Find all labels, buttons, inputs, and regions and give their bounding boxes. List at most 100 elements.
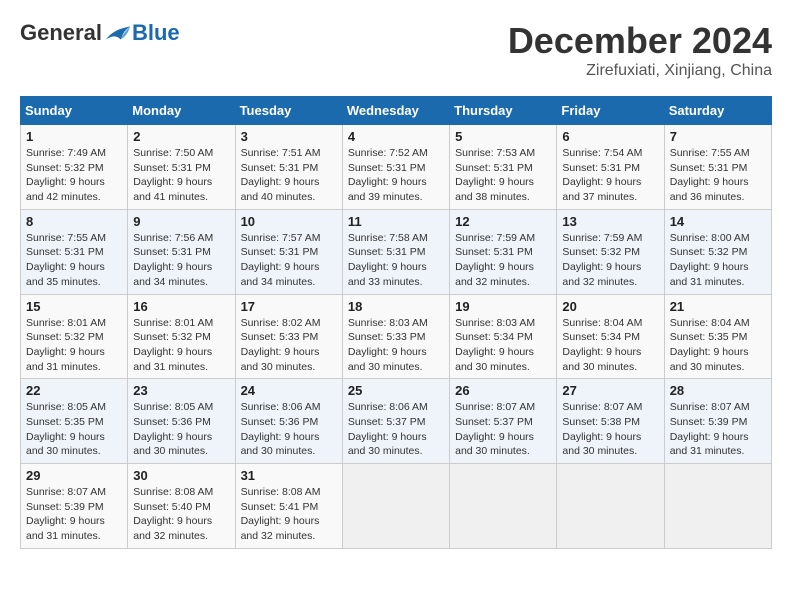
sunset-label: Sunset: 5:32 PM [670, 246, 748, 258]
calendar-cell: 18 Sunrise: 8:03 AM Sunset: 5:33 PM Dayl… [342, 294, 449, 379]
day-info: Sunrise: 7:59 AM Sunset: 5:32 PM Dayligh… [562, 231, 658, 290]
day-info: Sunrise: 8:05 AM Sunset: 5:35 PM Dayligh… [26, 400, 122, 459]
calendar-cell: 21 Sunrise: 8:04 AM Sunset: 5:35 PM Dayl… [664, 294, 771, 379]
day-number: 26 [455, 383, 551, 398]
daylight-label: Daylight: 9 hours and 30 minutes. [133, 431, 212, 458]
day-info: Sunrise: 7:55 AM Sunset: 5:31 PM Dayligh… [26, 231, 122, 290]
sunrise-label: Sunrise: 7:51 AM [241, 147, 321, 159]
calendar-cell: 6 Sunrise: 7:54 AM Sunset: 5:31 PM Dayli… [557, 125, 664, 210]
calendar-cell: 29 Sunrise: 8:07 AM Sunset: 5:39 PM Dayl… [21, 464, 128, 549]
calendar-week-row: 1 Sunrise: 7:49 AM Sunset: 5:32 PM Dayli… [21, 125, 772, 210]
daylight-label: Daylight: 9 hours and 30 minutes. [241, 346, 320, 373]
calendar-cell: 2 Sunrise: 7:50 AM Sunset: 5:31 PM Dayli… [128, 125, 235, 210]
calendar-cell: 30 Sunrise: 8:08 AM Sunset: 5:40 PM Dayl… [128, 464, 235, 549]
day-info: Sunrise: 8:07 AM Sunset: 5:39 PM Dayligh… [26, 485, 122, 544]
day-number: 8 [26, 214, 122, 229]
sunset-label: Sunset: 5:32 PM [562, 246, 640, 258]
header-wednesday: Wednesday [342, 97, 449, 125]
daylight-label: Daylight: 9 hours and 31 minutes. [26, 346, 105, 373]
sunset-label: Sunset: 5:31 PM [26, 246, 104, 258]
daylight-label: Daylight: 9 hours and 30 minutes. [348, 346, 427, 373]
day-number: 22 [26, 383, 122, 398]
day-info: Sunrise: 8:06 AM Sunset: 5:37 PM Dayligh… [348, 400, 444, 459]
sunrise-label: Sunrise: 7:53 AM [455, 147, 535, 159]
sunset-label: Sunset: 5:33 PM [348, 331, 426, 343]
calendar-week-row: 29 Sunrise: 8:07 AM Sunset: 5:39 PM Dayl… [21, 464, 772, 549]
daylight-label: Daylight: 9 hours and 35 minutes. [26, 261, 105, 288]
daylight-label: Daylight: 9 hours and 38 minutes. [455, 176, 534, 203]
calendar-cell: 20 Sunrise: 8:04 AM Sunset: 5:34 PM Dayl… [557, 294, 664, 379]
sunrise-label: Sunrise: 8:06 AM [348, 401, 428, 413]
sunset-label: Sunset: 5:39 PM [670, 416, 748, 428]
daylight-label: Daylight: 9 hours and 30 minutes. [26, 431, 105, 458]
day-number: 11 [348, 214, 444, 229]
sunrise-label: Sunrise: 8:03 AM [455, 317, 535, 329]
calendar-cell: 7 Sunrise: 7:55 AM Sunset: 5:31 PM Dayli… [664, 125, 771, 210]
sunset-label: Sunset: 5:40 PM [133, 501, 211, 513]
day-number: 29 [26, 468, 122, 483]
sunrise-label: Sunrise: 7:49 AM [26, 147, 106, 159]
calendar-cell: 5 Sunrise: 7:53 AM Sunset: 5:31 PM Dayli… [450, 125, 557, 210]
header-monday: Monday [128, 97, 235, 125]
sunrise-label: Sunrise: 8:06 AM [241, 401, 321, 413]
day-info: Sunrise: 8:01 AM Sunset: 5:32 PM Dayligh… [26, 316, 122, 375]
sunset-label: Sunset: 5:31 PM [348, 162, 426, 174]
sunrise-label: Sunrise: 8:07 AM [455, 401, 535, 413]
calendar-cell: 17 Sunrise: 8:02 AM Sunset: 5:33 PM Dayl… [235, 294, 342, 379]
sunset-label: Sunset: 5:37 PM [348, 416, 426, 428]
sunset-label: Sunset: 5:39 PM [26, 501, 104, 513]
sunrise-label: Sunrise: 7:57 AM [241, 232, 321, 244]
day-info: Sunrise: 7:55 AM Sunset: 5:31 PM Dayligh… [670, 146, 766, 205]
calendar-cell [557, 464, 664, 549]
day-number: 6 [562, 129, 658, 144]
sunset-label: Sunset: 5:35 PM [670, 331, 748, 343]
header-thursday: Thursday [450, 97, 557, 125]
day-number: 23 [133, 383, 229, 398]
day-number: 21 [670, 299, 766, 314]
calendar-cell: 13 Sunrise: 7:59 AM Sunset: 5:32 PM Dayl… [557, 209, 664, 294]
daylight-label: Daylight: 9 hours and 31 minutes. [670, 431, 749, 458]
day-info: Sunrise: 8:01 AM Sunset: 5:32 PM Dayligh… [133, 316, 229, 375]
calendar-cell: 3 Sunrise: 7:51 AM Sunset: 5:31 PM Dayli… [235, 125, 342, 210]
calendar-cell: 25 Sunrise: 8:06 AM Sunset: 5:37 PM Dayl… [342, 379, 449, 464]
calendar-cell: 16 Sunrise: 8:01 AM Sunset: 5:32 PM Dayl… [128, 294, 235, 379]
logo-general: General [20, 20, 102, 46]
calendar-cell: 15 Sunrise: 8:01 AM Sunset: 5:32 PM Dayl… [21, 294, 128, 379]
day-number: 5 [455, 129, 551, 144]
calendar-cell: 1 Sunrise: 7:49 AM Sunset: 5:32 PM Dayli… [21, 125, 128, 210]
sunrise-label: Sunrise: 8:05 AM [26, 401, 106, 413]
sunrise-label: Sunrise: 7:59 AM [562, 232, 642, 244]
sunrise-label: Sunrise: 8:05 AM [133, 401, 213, 413]
sunrise-label: Sunrise: 8:02 AM [241, 317, 321, 329]
day-info: Sunrise: 8:08 AM Sunset: 5:41 PM Dayligh… [241, 485, 337, 544]
calendar-cell: 14 Sunrise: 8:00 AM Sunset: 5:32 PM Dayl… [664, 209, 771, 294]
day-info: Sunrise: 8:08 AM Sunset: 5:40 PM Dayligh… [133, 485, 229, 544]
day-number: 27 [562, 383, 658, 398]
sunset-label: Sunset: 5:33 PM [241, 331, 319, 343]
daylight-label: Daylight: 9 hours and 30 minutes. [670, 346, 749, 373]
day-info: Sunrise: 8:07 AM Sunset: 5:39 PM Dayligh… [670, 400, 766, 459]
day-number: 13 [562, 214, 658, 229]
month-title: December 2024 [508, 20, 772, 62]
day-info: Sunrise: 8:04 AM Sunset: 5:35 PM Dayligh… [670, 316, 766, 375]
daylight-label: Daylight: 9 hours and 32 minutes. [455, 261, 534, 288]
day-info: Sunrise: 8:03 AM Sunset: 5:33 PM Dayligh… [348, 316, 444, 375]
daylight-label: Daylight: 9 hours and 42 minutes. [26, 176, 105, 203]
logo: General Blue [20, 20, 180, 46]
day-number: 20 [562, 299, 658, 314]
day-info: Sunrise: 8:02 AM Sunset: 5:33 PM Dayligh… [241, 316, 337, 375]
day-info: Sunrise: 7:59 AM Sunset: 5:31 PM Dayligh… [455, 231, 551, 290]
day-info: Sunrise: 7:50 AM Sunset: 5:31 PM Dayligh… [133, 146, 229, 205]
sunrise-label: Sunrise: 8:04 AM [562, 317, 642, 329]
calendar-table: Sunday Monday Tuesday Wednesday Thursday… [20, 96, 772, 549]
daylight-label: Daylight: 9 hours and 39 minutes. [348, 176, 427, 203]
sunrise-label: Sunrise: 8:07 AM [562, 401, 642, 413]
daylight-label: Daylight: 9 hours and 31 minutes. [26, 515, 105, 542]
calendar-cell: 27 Sunrise: 8:07 AM Sunset: 5:38 PM Dayl… [557, 379, 664, 464]
daylight-label: Daylight: 9 hours and 30 minutes. [241, 431, 320, 458]
sunset-label: Sunset: 5:37 PM [455, 416, 533, 428]
calendar-cell: 8 Sunrise: 7:55 AM Sunset: 5:31 PM Dayli… [21, 209, 128, 294]
location-subtitle: Zirefuxiati, Xinjiang, China [508, 62, 772, 80]
day-info: Sunrise: 8:03 AM Sunset: 5:34 PM Dayligh… [455, 316, 551, 375]
sunrise-label: Sunrise: 8:07 AM [670, 401, 750, 413]
